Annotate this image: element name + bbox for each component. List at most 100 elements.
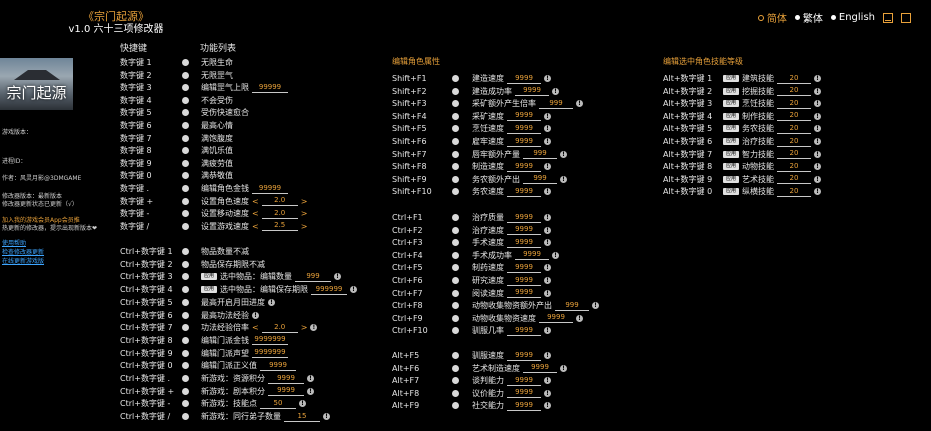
toggle-indicator-icon[interactable] [452,138,459,145]
decrease-arrow-icon[interactable]: < [252,209,259,218]
value-input[interactable]: 9999 [507,137,541,147]
toggle-indicator-icon[interactable] [182,159,189,167]
info-icon[interactable]: ! [544,352,551,359]
info-icon[interactable]: ! [544,277,551,284]
toggle-indicator-icon[interactable] [182,84,189,92]
increase-arrow-icon[interactable]: > [301,209,308,218]
info-icon[interactable]: ! [552,87,559,95]
decrease-arrow-icon[interactable]: < [252,323,259,332]
toggle-indicator-icon[interactable] [452,87,459,95]
value-input[interactable]: 9999 [507,288,541,299]
toggle-indicator-icon[interactable] [182,122,189,129]
value-input[interactable]: 9999 [523,363,557,374]
toggle-indicator-icon[interactable] [182,387,189,395]
value-input[interactable]: 20 [777,99,812,109]
value-input[interactable]: 9999 [539,313,573,324]
increase-arrow-icon[interactable]: > [301,222,308,231]
decrease-arrow-icon[interactable]: < [252,222,259,231]
toggle-indicator-icon[interactable] [182,59,189,66]
info-icon[interactable]: ! [552,251,559,259]
toggle-indicator-icon[interactable] [452,125,459,133]
info-icon[interactable]: ! [350,286,358,294]
value-input[interactable]: 9999 [268,374,304,384]
toggle-indicator-icon[interactable] [452,314,459,322]
value-input[interactable]: 99999 [252,83,288,93]
value-input[interactable]: 50 [260,399,296,409]
lang-option-traditional[interactable]: 繁体 [794,10,823,25]
decrease-arrow-icon[interactable]: < [252,197,259,206]
info-icon[interactable]: ! [814,87,822,95]
info-icon[interactable]: ! [544,264,551,272]
value-input[interactable]: 20 [777,86,812,97]
info-icon[interactable]: ! [560,150,567,158]
info-icon[interactable]: ! [576,314,583,322]
info-icon[interactable]: ! [544,214,551,221]
value-input[interactable]: 9999999 [252,348,288,359]
value-input[interactable]: 9999 [507,187,541,197]
info-icon[interactable]: ! [814,163,822,171]
apply-button[interactable]: 应用 [723,112,740,120]
lang-option-simplified[interactable]: 简体 [757,10,787,25]
toggle-indicator-icon[interactable] [182,71,189,79]
value-input[interactable]: 9999 [507,401,541,411]
value-input[interactable]: 20 [777,111,812,122]
apply-button[interactable]: 应用 [723,188,740,196]
info-icon[interactable]: ! [268,298,275,306]
toggle-indicator-icon[interactable] [182,134,189,142]
value-input[interactable]: 9999 [507,162,541,172]
toggle-indicator-icon[interactable] [452,251,459,259]
lang-option-english[interactable]: English [830,12,875,23]
value-input[interactable]: 20 [777,74,812,84]
toggle-indicator-icon[interactable] [182,375,189,382]
toggle-indicator-icon[interactable] [452,150,459,158]
toggle-indicator-icon[interactable] [452,389,459,397]
info-icon[interactable]: ! [814,75,822,82]
value-input[interactable]: 9999 [268,386,304,397]
toggle-indicator-icon[interactable] [182,109,189,117]
toggle-indicator-icon[interactable] [182,248,189,255]
info-icon[interactable]: ! [299,400,306,408]
info-icon[interactable]: ! [544,188,551,196]
toggle-indicator-icon[interactable] [182,197,189,205]
value-input[interactable]: 9999 [507,351,541,361]
value-input[interactable]: 2.5 [261,221,298,232]
value-input[interactable]: 2.0 [261,196,298,207]
sidebar-link[interactable]: 检查修改器更新 [2,247,44,256]
toggle-indicator-icon[interactable] [182,324,189,332]
apply-button[interactable]: 应用 [723,175,740,183]
toggle-indicator-icon[interactable] [452,289,459,297]
value-input[interactable]: 20 [777,124,812,134]
value-input[interactable]: 20 [777,149,812,160]
apply-button[interactable]: 应用 [201,273,218,281]
info-icon[interactable]: ! [544,163,551,171]
toggle-indicator-icon[interactable] [452,75,459,82]
value-input[interactable]: 2.0 [261,323,298,333]
info-icon[interactable]: ! [814,150,822,158]
toggle-indicator-icon[interactable] [452,364,459,372]
value-input[interactable]: 9999 [507,74,541,84]
info-icon[interactable]: ! [814,100,822,108]
info-icon[interactable]: ! [307,375,314,382]
toggle-indicator-icon[interactable] [452,352,459,359]
toggle-indicator-icon[interactable] [182,298,189,306]
value-input[interactable]: 15 [284,412,320,422]
info-icon[interactable]: ! [544,402,551,410]
apply-button[interactable]: 应用 [723,75,740,82]
value-input[interactable]: 9999 [515,86,549,97]
toggle-indicator-icon[interactable] [452,327,459,335]
value-input[interactable]: 9999 [507,238,541,248]
info-icon[interactable]: ! [544,377,551,385]
value-input[interactable]: 20 [777,187,812,197]
increase-arrow-icon[interactable]: > [301,197,308,206]
toggle-indicator-icon[interactable] [452,226,459,234]
value-input[interactable]: 20 [777,174,812,185]
value-input[interactable]: 2.0 [261,209,298,219]
info-icon[interactable]: ! [307,387,314,395]
info-icon[interactable]: ! [814,175,822,183]
close-window-icon[interactable] [901,12,911,23]
value-input[interactable]: 999 [523,149,557,160]
value-input[interactable]: 9999 [507,124,541,134]
toggle-indicator-icon[interactable] [182,96,189,104]
value-input[interactable]: 9999 [507,276,541,286]
info-icon[interactable]: ! [814,188,822,196]
